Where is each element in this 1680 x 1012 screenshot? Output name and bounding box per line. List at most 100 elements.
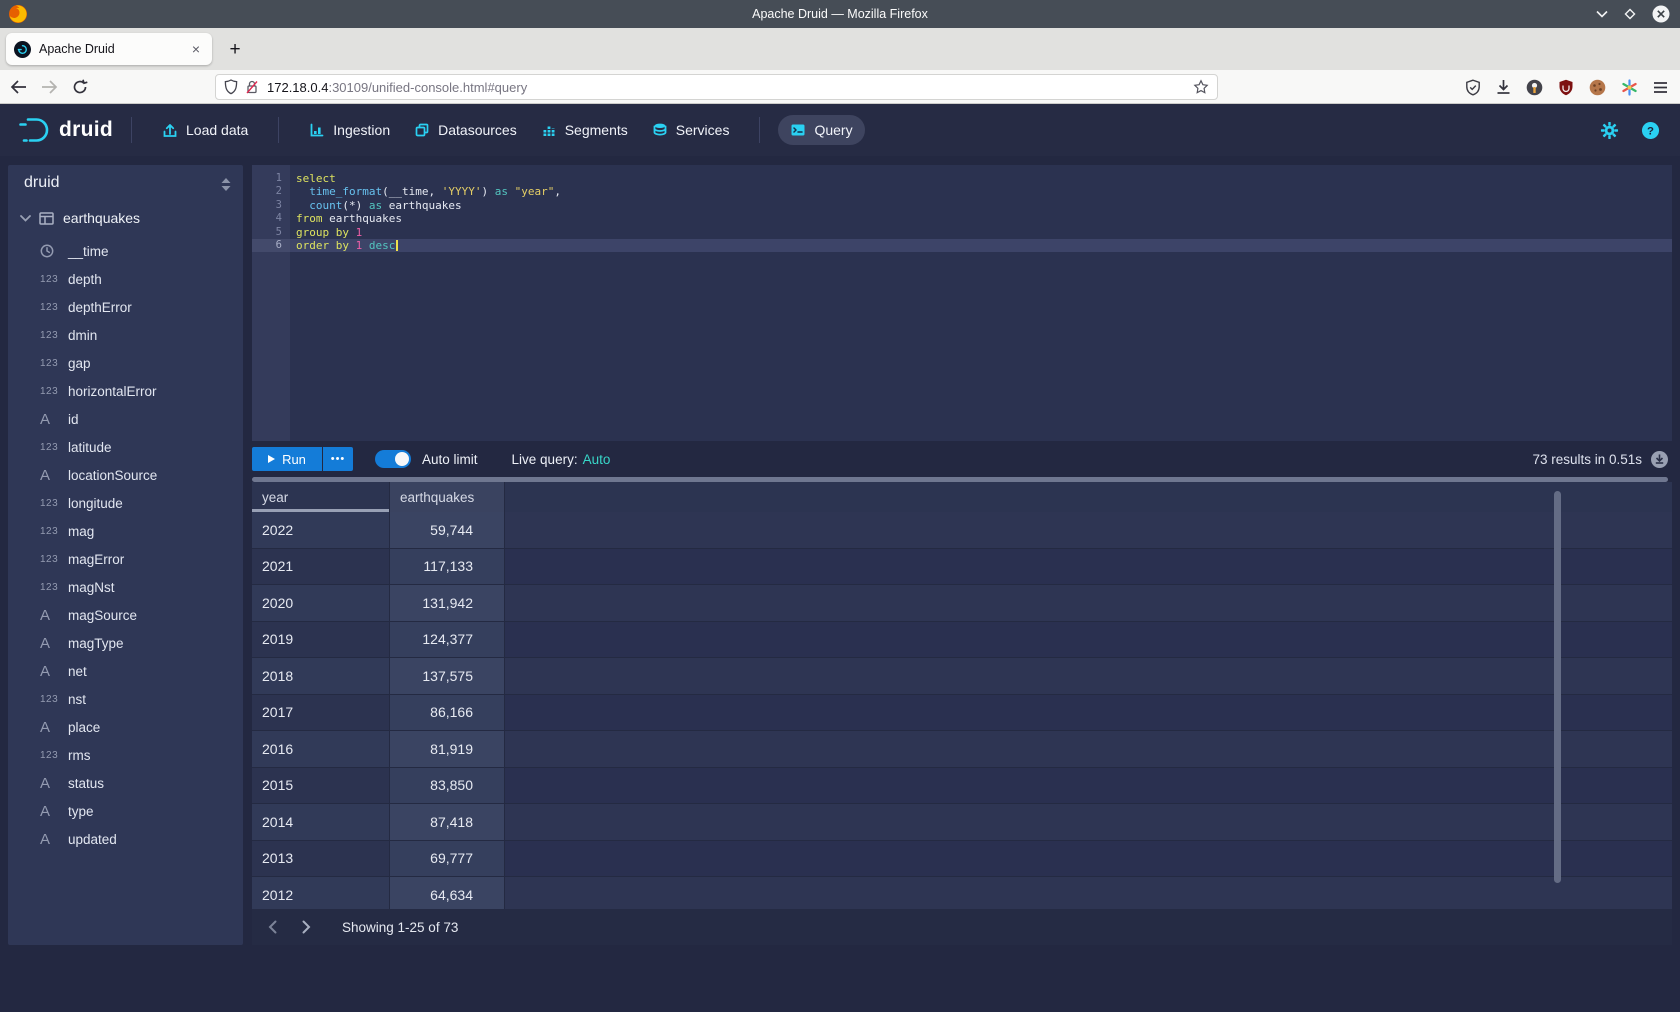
cell-earthquakes[interactable]: 124,377 [390,622,505,659]
live-query-value[interactable]: Auto [583,452,611,467]
sidebar-table-earthquakes[interactable]: earthquakes [8,205,243,231]
cell-earthquakes[interactable]: 137,575 [390,658,505,695]
datasources-icon [414,122,430,138]
cell-year[interactable]: 2019 [252,622,390,659]
nav-item-services[interactable]: Services [640,115,742,145]
sidebar-column-net[interactable]: Anet [8,657,243,685]
nav-item-segments[interactable]: Segments [529,115,640,145]
sidebar-column-magSource[interactable]: AmagSource [8,601,243,629]
pinwheel-extension-icon[interactable] [1621,79,1638,96]
protections-shield-icon[interactable] [1465,79,1481,96]
number-type-icon: 123 [40,330,64,341]
sidebar-column-latitude[interactable]: 123latitude [8,433,243,461]
sidebar-column-locationSource[interactable]: AlocationSource [8,461,243,489]
reload-button[interactable] [72,79,88,95]
bookmark-star-icon[interactable] [1193,79,1209,95]
cell-year[interactable]: 2020 [252,585,390,622]
code-line[interactable]: count(*) as earthquakes [290,199,1672,212]
back-button[interactable] [10,80,27,94]
window-menu-icon[interactable] [1596,10,1608,18]
cell-earthquakes[interactable]: 87,418 [390,804,505,841]
help-icon[interactable]: ? [1641,121,1660,140]
sidebar-column-rms[interactable]: 123rms [8,741,243,769]
sidebar-column-nst[interactable]: 123nst [8,685,243,713]
druid-logo[interactable]: druid [18,115,113,145]
sidebar-column-magNst[interactable]: 123magNst [8,573,243,601]
next-page-icon[interactable] [292,913,320,941]
sidebar-column-updated[interactable]: Aupdated [8,825,243,853]
cell-earthquakes[interactable]: 81,919 [390,731,505,768]
sidebar-column-depth[interactable]: 123depth [8,265,243,293]
settings-gear-icon[interactable] [1600,121,1619,140]
cell-earthquakes[interactable]: 131,942 [390,585,505,622]
double-caret-icon[interactable] [221,178,231,191]
cell-year[interactable]: 2012 [252,877,390,909]
row-filler [505,658,1672,695]
cell-earthquakes[interactable]: 83,850 [390,768,505,805]
cell-year[interactable]: 2018 [252,658,390,695]
cell-year[interactable]: 2016 [252,731,390,768]
downloads-icon[interactable] [1496,79,1511,95]
cell-year[interactable]: 2014 [252,804,390,841]
schema-name[interactable]: druid [24,174,60,192]
code-line[interactable]: from earthquakes [290,212,1672,225]
run-button[interactable]: Run [252,447,322,471]
menu-hamburger-icon[interactable] [1653,81,1668,94]
cell-earthquakes[interactable]: 64,634 [390,877,505,909]
sql-editor[interactable]: 123456 select time_format(__time, 'YYYY'… [252,165,1672,441]
cell-year[interactable]: 2013 [252,841,390,878]
sidebar-column-type[interactable]: Atype [8,797,243,825]
nav-item-query[interactable]: Query [778,115,864,145]
cell-earthquakes[interactable]: 86,166 [390,695,505,732]
download-results-icon[interactable] [1651,451,1668,468]
column-header-year[interactable]: year [252,482,390,512]
sidebar-column-place[interactable]: Aplace [8,713,243,741]
code-line[interactable]: order by 1 desc [290,239,1672,252]
column-header-earthquakes[interactable]: earthquakes [390,482,505,512]
cell-year[interactable]: 2022 [252,512,390,549]
code-line[interactable]: time_format(__time, 'YYYY') as "year", [290,185,1672,198]
sidebar-column-magType[interactable]: AmagType [8,629,243,657]
new-tab-button[interactable]: + [222,37,248,63]
sidebar-column-mag[interactable]: 123mag [8,517,243,545]
cookie-extension-icon[interactable] [1589,79,1606,96]
shield-icon[interactable] [224,79,238,95]
code-line[interactable]: group by 1 [290,226,1672,239]
sidebar-column-__time[interactable]: __time [8,237,243,265]
cell-earthquakes[interactable]: 117,133 [390,549,505,586]
browser-tab[interactable]: Apache Druid × [6,33,212,65]
sidebar-column-longitude[interactable]: 123longitude [8,489,243,517]
nav-item-load-data[interactable]: Load data [150,115,260,145]
cell-year[interactable]: 2015 [252,768,390,805]
sidebar-column-depthError[interactable]: 123depthError [8,293,243,321]
vertical-scrollbar[interactable] [1554,491,1561,883]
chevron-down-icon[interactable] [20,215,31,222]
previous-page-icon[interactable] [258,913,286,941]
password-manager-extension-icon[interactable] [1526,79,1543,96]
sidebar-column-status[interactable]: Astatus [8,769,243,797]
line-number: 2 [252,185,290,198]
console-page: druid earthquakes __time123depth123depth… [0,156,1680,1012]
code-line[interactable]: select [290,172,1672,185]
cell-earthquakes[interactable]: 69,777 [390,841,505,878]
sidebar-column-dmin[interactable]: 123dmin [8,321,243,349]
nav-item-ingestion[interactable]: Ingestion [297,115,402,145]
nav-item-datasources[interactable]: Datasources [402,115,529,145]
cell-year[interactable]: 2021 [252,549,390,586]
sidebar-column-horizontalError[interactable]: 123horizontalError [8,377,243,405]
sidebar-column-magError[interactable]: 123magError [8,545,243,573]
window-close-icon[interactable] [1652,5,1670,23]
window-maximize-icon[interactable] [1624,8,1636,20]
auto-limit-toggle[interactable] [375,450,411,468]
url-bar[interactable]: 172.18.0.4:30109/unified-console.html#qu… [215,74,1218,100]
sidebar-column-id[interactable]: Aid [8,405,243,433]
run-more-button[interactable]: ••• [323,447,353,471]
editor-code[interactable]: select time_format(__time, 'YYYY') as "y… [290,165,1672,441]
tab-close-icon[interactable]: × [188,40,204,58]
cell-year[interactable]: 2017 [252,695,390,732]
forward-button[interactable] [41,80,58,94]
insecure-lock-icon[interactable] [245,79,259,95]
ublock-origin-icon[interactable] [1558,79,1574,96]
cell-earthquakes[interactable]: 59,744 [390,512,505,549]
sidebar-column-gap[interactable]: 123gap [8,349,243,377]
